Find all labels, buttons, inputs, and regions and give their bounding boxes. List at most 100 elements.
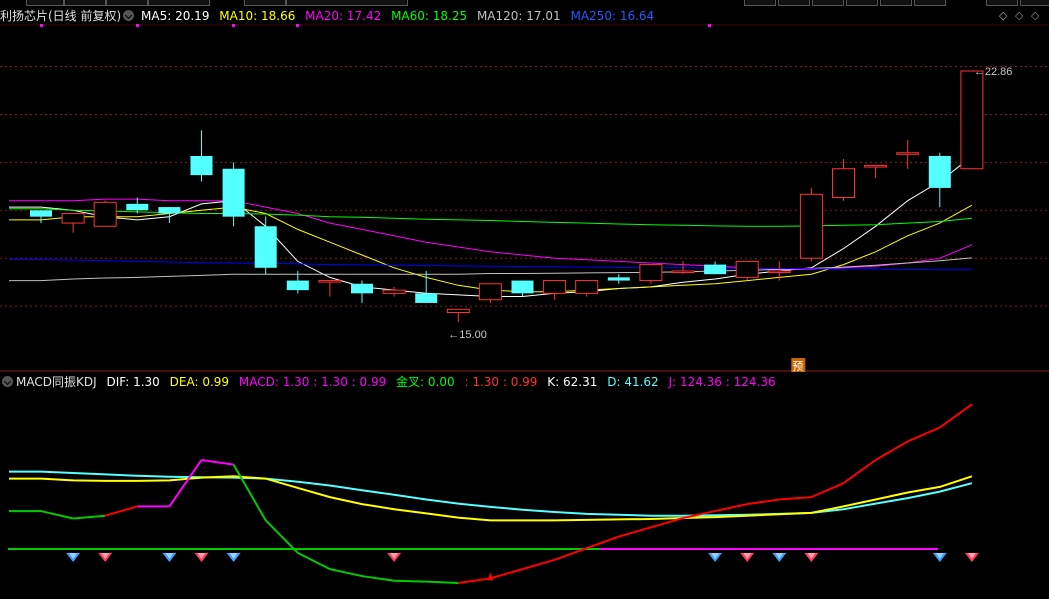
dif-label: DIF: [106,375,130,389]
kdj-j-segment [264,519,299,554]
candle-body-up [832,168,855,198]
indicator-legend: MACD同振KDJ DIF: 1.30 DEA: 0.99 MACD: 1.30… [0,373,782,391]
kdj-j-segment [458,577,491,585]
candle-body-up [799,193,823,259]
ma120-label: MA120: [476,9,523,23]
diamond-icon[interactable]: ◇ [1015,9,1023,22]
ma-line-ma5 [9,155,973,297]
ma20-value: 17.42 [346,9,382,23]
ma120-value: 17.01 [526,9,561,23]
candle-body-up [575,280,599,294]
chevron-down-icon[interactable] [123,10,135,21]
candle-body-down [607,277,630,281]
candle-body-down [222,168,245,217]
kdj-j-segment [522,558,555,571]
kdj-j-segment [104,505,138,517]
kdj-j-segment [842,459,877,485]
kdj-j-segment [40,510,74,520]
stock-title: 利扬芯片(日线 前复权) [0,9,122,23]
ma5-label: MA5: [141,9,172,23]
indicator-title: MACD同振KDJ [16,375,97,389]
kdj-j-segment [426,580,459,585]
ma10-label: MA10: [219,9,258,23]
max-price-label: ←22.86 [974,66,1013,78]
kdj-j-segment [361,575,395,582]
ma250-label: MA250: [570,9,616,23]
kdj-j-segment [490,568,523,580]
ma-line-ma60 [9,208,972,227]
kdj-j-segment [811,482,844,499]
kdj-j-segment [394,579,427,583]
candle-body-up [639,264,663,282]
golden-cross-value: 0.00 [427,375,455,389]
candle-body-up [543,280,567,294]
kdj-j-segment [618,526,652,538]
restore-icon[interactable]: ◇ [999,9,1007,22]
price-legend: 利扬芯片(日线 前复权) MA5: 20.19 MA10: 18.66 MA20… [0,7,660,25]
candle-body-down [190,155,213,176]
candle-body-up [767,270,791,273]
extra-value: : 1.30 : 0.99 [464,375,538,389]
candle-body-up [382,289,406,294]
candle-body-up [735,260,759,278]
candle-body-up [446,308,470,313]
d-label: D: [607,375,621,389]
candle-body-down [126,203,149,211]
candle-body-down [254,226,277,268]
candle-body-up [960,70,984,170]
ma5-legend: MA5: 20.19 [141,7,209,25]
ma20-legend: MA20: 17.42 [305,7,381,25]
kdj-j-segment [747,498,780,506]
dea-value: 0.99 [202,375,230,389]
ma60-value: 18.25 [432,9,468,23]
forecast-marker-label: 预 [792,360,803,373]
j-label: J: [668,375,677,389]
ma-line-ma20 [9,198,973,270]
min-price-label: ←15.00 [448,329,487,341]
dea-line [9,475,973,522]
candle-body-up [864,165,888,168]
ma5-value: 20.19 [175,9,210,23]
macd-value: 1.30 : 1.30 : 0.99 [282,375,387,389]
candle-body-down [158,207,181,214]
j-value: 124.36 : 124.36 [679,375,776,389]
candle-body-down [511,280,534,294]
candle-body-down [928,155,951,188]
ma60-legend: MA60: 18.25 [391,7,467,25]
macd-label: MACD: [238,375,279,389]
ma60-label: MA60: [391,9,429,23]
kdj-j-segment [232,464,267,521]
candle-body-down [30,210,52,217]
kdj-j-segment [201,459,234,466]
kdj-j-segment [939,403,973,429]
dea-label: DEA: [169,375,199,389]
kdj-j-segment [779,496,812,501]
ma10-legend: MA10: 18.66 [219,7,295,25]
candle-body-up [896,152,920,155]
kdj-j-segment [168,459,203,507]
chevron-down-icon[interactable] [2,376,13,387]
candle-body-up [478,283,502,301]
candle-body-up [93,201,117,227]
k-value: 62.31 [563,375,598,389]
ma250-value: 16.64 [619,9,655,23]
settings-icon[interactable]: ◇ [1031,9,1039,22]
chart-canvas[interactable]: ←22.86 ←15.00 预 [0,0,1049,599]
golden-cross-label: 金叉: [396,375,425,389]
kdj-j-segment [907,426,941,443]
ma120-legend: MA120: 17.01 [477,7,561,25]
candle-body-down [415,293,438,303]
candle-body-down [704,264,727,275]
kdj-j-segment [875,440,909,461]
kdj-j-segment [586,535,620,550]
candle-body-up [318,280,342,283]
kdj-j-segment [73,514,106,520]
candle-body-down [286,280,309,291]
ma20-label: MA20: [305,9,344,23]
candle-body-down [351,283,373,294]
candle-body-up [671,270,695,273]
kdj-j-segment [297,551,331,570]
kdj-j-segment [714,503,748,513]
buy-arrow-icon [487,572,494,581]
signal-dot [708,24,711,27]
